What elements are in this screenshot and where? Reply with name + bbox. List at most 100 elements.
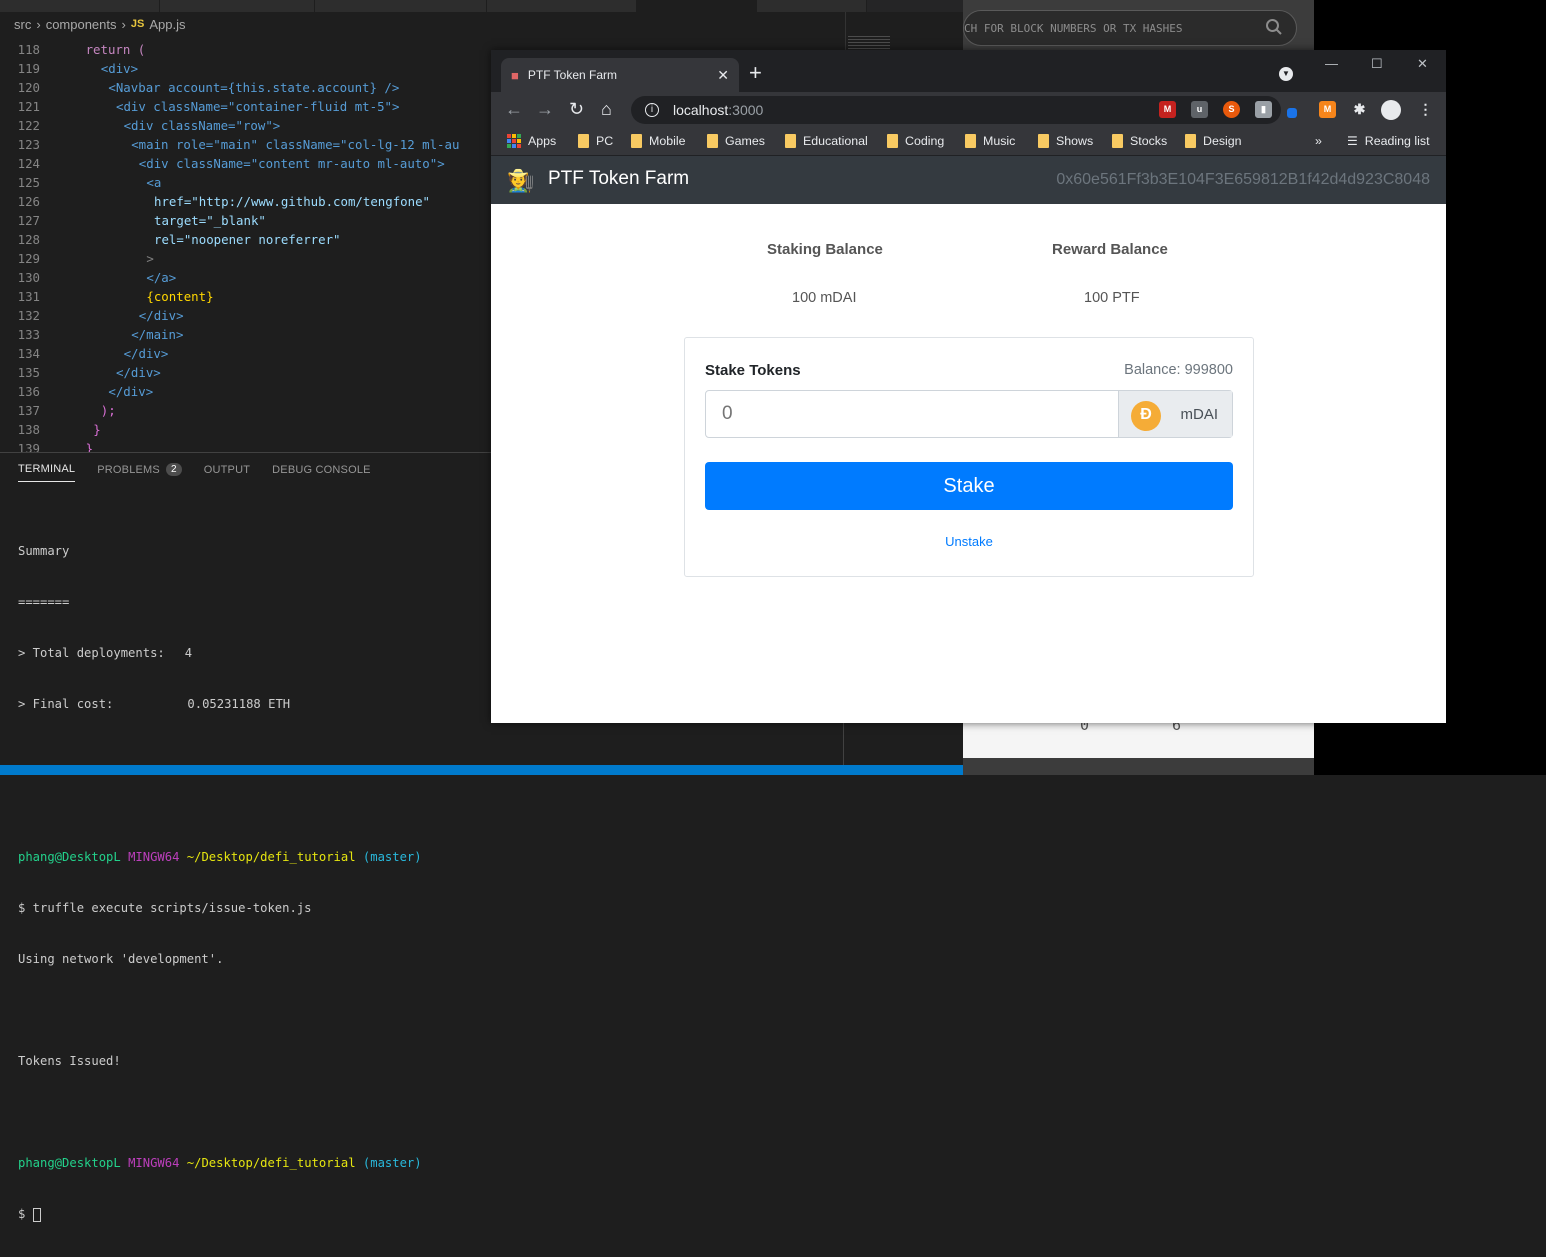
terminal-output[interactable]: Summary ======= > Total deployments: 4 > … xyxy=(18,509,422,1257)
menu-kebab-icon[interactable]: ⋮ xyxy=(1417,101,1434,118)
bookmark-folder-stocks[interactable]: Stocks xyxy=(1112,134,1167,148)
reload-icon[interactable]: ↻ xyxy=(569,100,584,118)
folder-icon xyxy=(1185,134,1196,148)
code-text: } xyxy=(85,441,94,452)
forward-icon[interactable]: → xyxy=(536,100,554,118)
bookmark-label: Design xyxy=(1203,134,1242,148)
back-icon[interactable]: ← xyxy=(505,100,523,118)
bookmark-folder-educational[interactable]: Educational xyxy=(785,134,868,148)
bookmark-folder-design[interactable]: Design xyxy=(1185,134,1242,148)
close-window-icon[interactable]: ✕ xyxy=(1417,56,1428,72)
line-number: 133 xyxy=(17,327,40,342)
minimize-icon[interactable]: — xyxy=(1325,56,1338,71)
editor-tab-bar xyxy=(0,0,963,12)
background-panel xyxy=(963,722,1314,758)
tab-debug-console[interactable]: DEBUG CONSOLE xyxy=(272,463,371,482)
panel-tabs: TERMINAL PROBLEMS 2 OUTPUT DEBUG CONSOLE xyxy=(18,463,371,482)
bookmark-folder-music[interactable]: Music xyxy=(965,134,1015,148)
terminal-line: Summary xyxy=(18,544,70,558)
token-label: mDAI xyxy=(1180,406,1219,423)
code-text: <Navbar account={this.state.account} /> xyxy=(108,80,400,95)
breadcrumb-components[interactable]: components xyxy=(46,17,117,32)
tab-problems[interactable]: PROBLEMS 2 xyxy=(97,463,182,482)
reading-list-button[interactable]: ☰ Reading list xyxy=(1347,134,1430,148)
cost-value: 0.05231188 ETH xyxy=(187,697,291,711)
terminal-input-line[interactable]: $ xyxy=(18,1206,422,1223)
editor-tab[interactable] xyxy=(0,0,160,12)
pen-extension-icon[interactable] xyxy=(1287,108,1297,118)
chevron-right-icon: › xyxy=(121,16,126,32)
editor-tab[interactable] xyxy=(315,0,487,12)
code-text: {content} xyxy=(146,289,214,304)
js-file-icon: JS xyxy=(130,18,145,30)
gmail-extension-icon[interactable]: M xyxy=(1159,101,1176,118)
breadcrumb: src › components › JS App.js xyxy=(0,12,845,36)
line-number: 139 xyxy=(17,441,40,452)
new-tab-button[interactable]: + xyxy=(749,62,762,84)
reading-list-icon: ☰ xyxy=(1347,134,1358,148)
terminal-line: Using network 'development'. xyxy=(18,952,224,966)
browser-tab[interactable]: ■ PTF Token Farm ✕ xyxy=(501,58,739,92)
ublock-extension-icon[interactable]: u xyxy=(1191,101,1208,118)
editor-tab[interactable] xyxy=(160,0,315,12)
bookmark-apps[interactable]: Apps xyxy=(507,134,556,148)
home-icon[interactable]: ⌂ xyxy=(601,100,612,118)
tab-search-icon[interactable]: ▼ xyxy=(1279,67,1293,81)
line-number: 128 xyxy=(17,232,40,247)
shield-extension-icon[interactable]: ▮ xyxy=(1255,101,1272,118)
bookmark-folder-shows[interactable]: Shows xyxy=(1038,134,1093,148)
line-number: 127 xyxy=(17,213,40,228)
folder-icon xyxy=(1038,134,1049,148)
stake-card: Stake Tokens Balance: 999800 Ð mDAI Stak… xyxy=(684,337,1254,577)
bookmark-label: Stocks xyxy=(1130,134,1168,148)
farmer-logo-icon[interactable]: 🧑‍🌾 xyxy=(507,168,534,194)
line-number: 134 xyxy=(17,346,40,361)
terminal-cursor xyxy=(32,1207,41,1222)
app-brand[interactable]: PTF Token Farm xyxy=(548,168,689,190)
dai-token-icon: Ð xyxy=(1131,401,1161,431)
bookmark-label: PC xyxy=(596,134,614,148)
url-port: :3000 xyxy=(728,102,764,118)
tab-problems-label: PROBLEMS xyxy=(97,463,160,476)
editor-tab[interactable] xyxy=(757,0,867,12)
tab-strip: ■ PTF Token Farm ✕ + ▼ — ☐ ✕ xyxy=(491,50,1446,92)
tab-output[interactable]: OUTPUT xyxy=(204,463,250,482)
profile-avatar[interactable] xyxy=(1381,100,1401,120)
s-extension-icon[interactable]: S xyxy=(1223,101,1240,118)
maximize-icon[interactable]: ☐ xyxy=(1371,56,1383,72)
line-number: 119 xyxy=(17,61,40,76)
bookmark-folder-pc[interactable]: PC xyxy=(578,134,613,148)
search-icon[interactable] xyxy=(1265,18,1283,36)
bookmarks-overflow-button[interactable]: » xyxy=(1315,134,1322,148)
terminal-line: $ truffle execute scripts/issue-token.js xyxy=(18,901,312,915)
address-bar[interactable]: i localhost:3000 ☆ xyxy=(631,96,1281,124)
bookmark-folder-coding[interactable]: Coding xyxy=(887,134,944,148)
editor-tab[interactable] xyxy=(487,0,637,12)
breadcrumb-file[interactable]: App.js xyxy=(149,17,185,32)
metamask-extension-icon[interactable]: M xyxy=(1319,101,1336,118)
tab-terminal[interactable]: TERMINAL xyxy=(18,463,76,482)
info-icon[interactable]: i xyxy=(645,103,659,117)
code-text: </div> xyxy=(116,365,161,380)
code-text: rel="noopener noreferrer" xyxy=(154,232,341,247)
bookmark-folder-mobile[interactable]: Mobile xyxy=(631,134,686,148)
stake-button[interactable]: Stake xyxy=(705,462,1233,510)
staking-balance-header: Staking Balance xyxy=(767,241,883,258)
tab-terminal-label: TERMINAL xyxy=(18,463,76,475)
close-tab-icon[interactable]: ✕ xyxy=(717,67,729,84)
bookmark-label: Games xyxy=(725,134,765,148)
code-text: } xyxy=(93,422,101,437)
bookmark-folder-games[interactable]: Games xyxy=(707,134,765,148)
unstake-button[interactable]: Unstake xyxy=(685,534,1253,549)
breadcrumb-src[interactable]: src xyxy=(14,17,31,32)
stake-amount-input[interactable] xyxy=(706,391,1119,437)
editor-tab-active[interactable] xyxy=(637,0,757,12)
apps-grid-icon xyxy=(507,134,521,148)
reward-balance-header: Reward Balance xyxy=(1052,241,1168,258)
bookmark-label: Music xyxy=(983,134,1016,148)
puzzle-extensions-icon[interactable]: ✱ xyxy=(1351,101,1368,118)
line-number: 126 xyxy=(17,194,40,209)
line-number: 130 xyxy=(17,270,40,285)
bookmarks-overflow-label: » xyxy=(1315,134,1322,148)
block-search-input[interactable]: CH FOR BLOCK NUMBERS OR TX HASHES xyxy=(963,10,1297,46)
